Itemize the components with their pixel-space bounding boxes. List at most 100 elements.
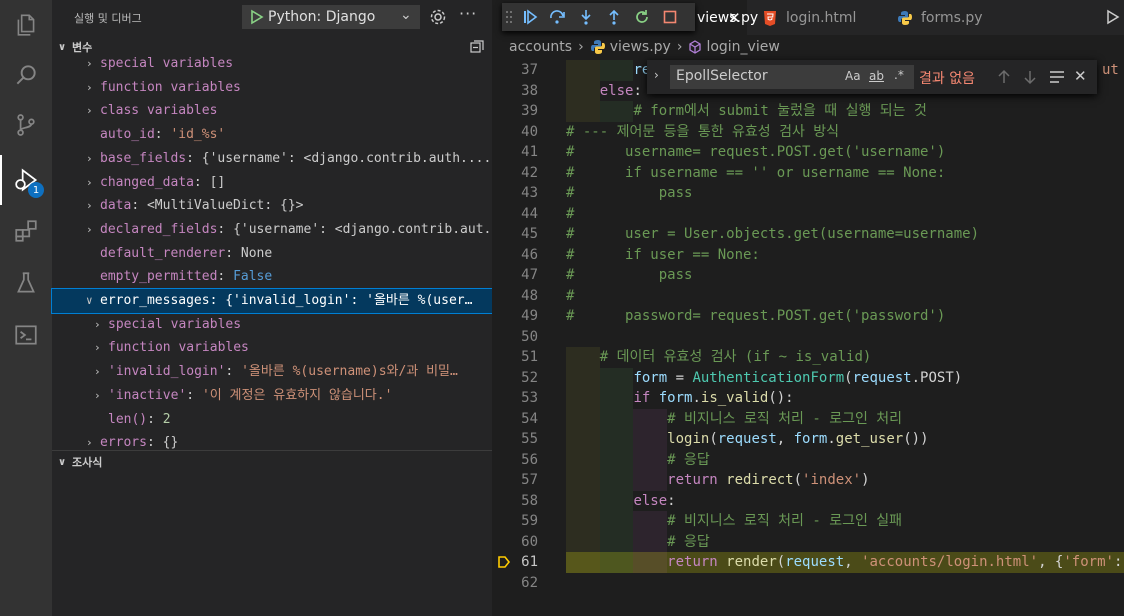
variable-row[interactable]: › declared_fields: {'username': <django.c… — [52, 218, 492, 242]
code-token: ( — [709, 431, 718, 447]
close-icon[interactable]: ✕ — [728, 9, 741, 27]
watch-header-label: 조사식 — [72, 456, 103, 469]
code-line[interactable]: 60 # 응답 — [492, 531, 1124, 552]
variable-value: '올바른 %(username)s와/과 비밀… — [241, 364, 458, 380]
run-icon[interactable] — [1106, 9, 1120, 25]
continue-button[interactable] — [516, 3, 544, 31]
chevron-right-icon[interactable]: › — [94, 384, 108, 408]
code-line[interactable]: 52 form = AuthenticationForm(request.POST… — [492, 367, 1124, 388]
chevron-right-icon[interactable]: › — [94, 313, 108, 337]
code-line[interactable]: 44 # — [492, 204, 1124, 225]
variable-row[interactable]: ›'invalid_login': '올바른 %(username)s와/과 비… — [52, 360, 492, 384]
code-line[interactable]: 48 # — [492, 286, 1124, 307]
explorer-button[interactable] — [0, 0, 52, 50]
code-line[interactable]: 53 if form.is_valid(): — [492, 388, 1124, 409]
debug-config-select[interactable]: Python: Django ⌄ — [242, 5, 420, 29]
extensions-icon — [15, 220, 37, 242]
variable-row[interactable]: ›'inactive': '이 계정은 유효하지 않습니다.' — [52, 384, 492, 408]
close-icon[interactable]: ✕ — [1074, 67, 1087, 85]
chevron-down-icon[interactable]: ∨ — [86, 289, 100, 313]
start-debug-icon[interactable] — [250, 9, 264, 25]
watch-section-header[interactable]: ∨ 조사식 — [52, 450, 492, 473]
code-line[interactable]: 41 # username= request.POST.get('username… — [492, 142, 1124, 163]
code-line[interactable]: 42 # if username == '' or username == Non… — [492, 163, 1124, 184]
code-line[interactable]: 45 # user = User.objects.get(username=use… — [492, 224, 1124, 245]
code-line[interactable]: 46 # if user == None: — [492, 245, 1124, 266]
code-line[interactable]: 50 — [492, 327, 1124, 348]
chevron-right-icon[interactable]: › — [86, 99, 100, 123]
code-line[interactable]: 51 # 데이터 유효성 검사 (if ~ is_valid) — [492, 347, 1124, 368]
step-into-button[interactable] — [572, 3, 600, 31]
code-token: # if username == '' or username == None: — [566, 164, 946, 181]
variable-row[interactable]: ∨ error_messages: {'invalid_login': '올바른 … — [51, 288, 493, 314]
code-line[interactable]: 43 # pass — [492, 183, 1124, 204]
chevron-right-icon[interactable]: › — [86, 76, 100, 100]
use-regex-icon[interactable]: .* — [894, 68, 904, 82]
breadcrumb-views[interactable]: views.py — [610, 39, 671, 55]
restart-button[interactable] — [628, 3, 656, 31]
variable-scope-row[interactable]: › special variables — [52, 52, 492, 76]
code-line[interactable]: 61 return render(request, 'accounts/login… — [492, 552, 1124, 573]
step-out-button[interactable] — [600, 3, 628, 31]
drag-handle-icon[interactable] — [502, 3, 516, 31]
match-whole-word-icon[interactable]: ab — [869, 69, 884, 83]
variable-scope-row[interactable]: › function variables — [52, 76, 492, 100]
variable-row[interactable]: auto_id: 'id_%s' — [52, 123, 492, 147]
variable-row[interactable]: › data: <MultiValueDict: {}> — [52, 194, 492, 218]
code-line[interactable]: 55 login(request, form.get_user()) — [492, 429, 1124, 450]
chevron-right-icon[interactable]: › — [86, 171, 100, 195]
run-debug-button[interactable]: 1 — [0, 155, 52, 205]
code-text: ut — [1102, 60, 1119, 81]
code-line[interactable]: 47 # pass — [492, 265, 1124, 286]
match-case-icon[interactable]: Aa — [845, 69, 861, 83]
find-in-selection-icon[interactable] — [1049, 70, 1065, 84]
breadcrumb-login-view[interactable]: login_view — [706, 39, 779, 55]
chevron-right-icon[interactable]: › — [86, 194, 100, 218]
variable-row[interactable]: › changed_data: [] — [52, 171, 492, 195]
function-cube-icon — [689, 40, 702, 54]
arrow-up-icon[interactable] — [997, 69, 1011, 85]
chevron-right-icon[interactable]: › — [654, 68, 659, 82]
indent-guide — [566, 470, 600, 491]
extensions-button[interactable] — [0, 206, 52, 256]
more-actions-icon[interactable]: ··· — [459, 4, 477, 23]
chevron-right-icon[interactable]: › — [86, 218, 100, 242]
find-widget: › EpollSelector Aa ab .* 결과 없음 ✕ — [647, 60, 1097, 94]
step-over-button[interactable] — [544, 3, 572, 31]
variable-row[interactable]: empty_permitted: False — [52, 265, 492, 289]
stop-button[interactable] — [656, 3, 684, 31]
code-line[interactable]: 39 # form에서 submit 눌렀을 때 실행 되는 것 — [492, 101, 1124, 122]
code-line[interactable]: 40 # --- 제어문 등을 통한 유효성 검사 방식 — [492, 122, 1124, 143]
chevron-right-icon[interactable]: › — [94, 336, 108, 360]
variable-scope-row[interactable]: › special variables — [52, 313, 492, 337]
variable-row[interactable]: default_renderer: None — [52, 242, 492, 266]
source-control-button[interactable] — [0, 100, 52, 150]
chevron-right-icon[interactable]: › — [86, 52, 100, 76]
tab-login-html[interactable]: login.html — [748, 0, 881, 35]
variable-row[interactable]: › base_fields: {'username': <django.contr… — [52, 147, 492, 171]
code-line[interactable]: 54 # 비지니스 로직 처리 - 로그인 처리 — [492, 408, 1124, 429]
chevron-right-icon[interactable]: › — [94, 360, 108, 384]
code-line[interactable]: 57 return redirect('index') — [492, 470, 1124, 491]
code-token: : — [633, 82, 642, 99]
variable-value: 2 — [162, 411, 171, 427]
search-button[interactable] — [0, 50, 52, 100]
gear-icon[interactable] — [429, 8, 447, 26]
code-line[interactable]: 59 # 비지니스 로직 처리 - 로그인 실패 — [492, 511, 1124, 532]
code-text: # — [566, 204, 574, 225]
remote-explorer-button[interactable] — [0, 310, 52, 360]
variable-row[interactable]: len(): 2 — [52, 408, 492, 432]
arrow-down-icon[interactable] — [1023, 69, 1037, 85]
testing-button[interactable] — [0, 258, 52, 308]
chevron-right-icon[interactable]: › — [86, 147, 100, 171]
breadcrumb-accounts[interactable]: accounts — [509, 39, 572, 55]
code-line[interactable]: 62 — [492, 573, 1124, 594]
code-line[interactable]: 49 # password= request.POST.get('password… — [492, 306, 1124, 327]
code-line[interactable]: 56 # 응답 — [492, 449, 1124, 470]
code-line[interactable]: 58 else: — [492, 490, 1124, 511]
variable-scope-row[interactable]: › function variables — [52, 336, 492, 360]
variable-scope-row[interactable]: › class variables — [52, 99, 492, 123]
tab-forms-py[interactable]: forms.py — [882, 0, 1007, 35]
find-input[interactable]: EpollSelector Aa ab .* — [670, 65, 914, 89]
code-token: 'accounts/login.html' — [861, 554, 1039, 570]
